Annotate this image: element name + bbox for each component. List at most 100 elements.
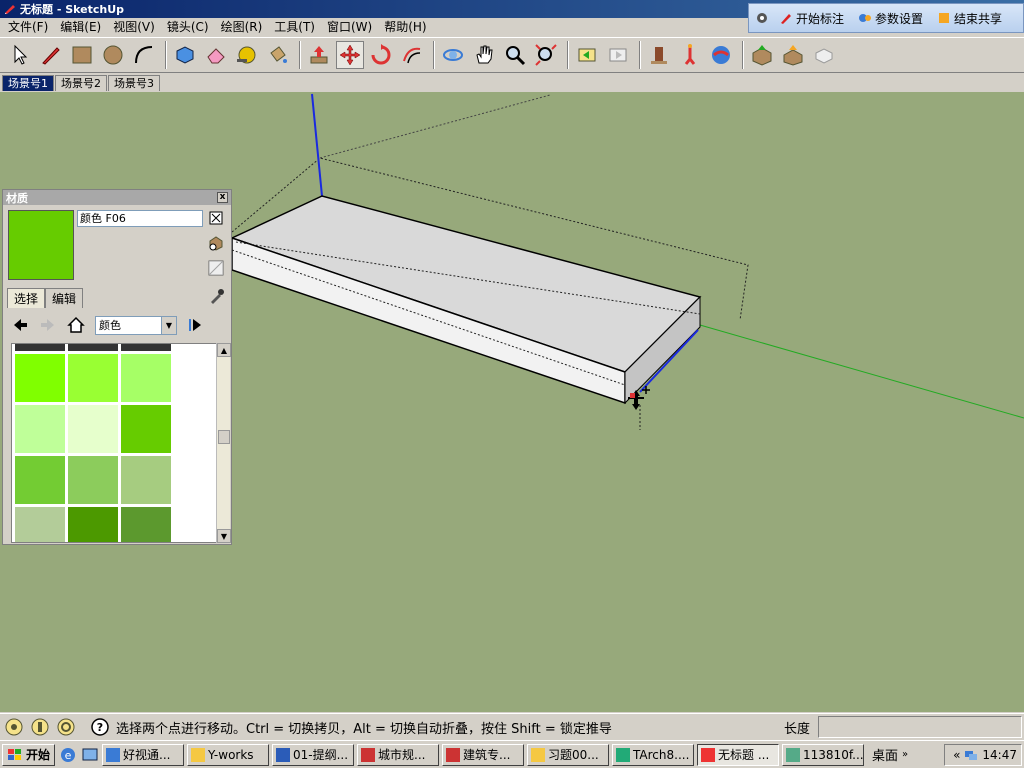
measurement-input[interactable] (818, 716, 1022, 738)
start-button[interactable]: 开始 (2, 743, 56, 766)
tray-expand-icon[interactable]: « (953, 748, 960, 762)
material-name-field[interactable]: 颜色 F06 (77, 210, 203, 227)
user-account-icon[interactable] (56, 717, 76, 737)
eyedropper-icon[interactable] (209, 288, 225, 304)
swatch-scrollbar[interactable]: ▲ ▼ (216, 343, 231, 543)
tape-measure-button[interactable] (233, 41, 261, 69)
extra-tool-button[interactable] (810, 41, 838, 69)
color-swatch[interactable] (121, 354, 171, 402)
look-around-button[interactable] (707, 41, 735, 69)
show-desktop-icon[interactable] (81, 746, 99, 764)
materials-close-button[interactable]: x (217, 192, 228, 203)
color-swatch[interactable] (121, 405, 171, 453)
materials-tab-select[interactable]: 选择 (7, 288, 46, 308)
swatch-top-partial[interactable] (15, 344, 65, 351)
orbit-tool-button[interactable] (439, 41, 467, 69)
make-component-button[interactable] (171, 41, 199, 69)
color-swatch[interactable] (15, 405, 65, 453)
rectangle-tool-button[interactable] (68, 41, 96, 69)
forward-arrow-icon[interactable] (39, 316, 57, 334)
menu-view[interactable]: 视图(V) (107, 18, 161, 37)
color-swatch[interactable] (15, 507, 65, 542)
color-swatch[interactable] (15, 456, 65, 504)
end-share-button[interactable]: 结束共享 (933, 10, 1006, 27)
network-icon[interactable] (964, 748, 978, 762)
toolbar-separator (433, 41, 435, 69)
rotate-tool-button[interactable] (367, 41, 395, 69)
menu-help[interactable]: 帮助(H) (378, 18, 432, 37)
display-secondary-icon[interactable] (208, 210, 224, 226)
position-camera-button[interactable] (645, 41, 673, 69)
default-material-icon[interactable] (208, 260, 224, 276)
move-tool-button[interactable] (336, 41, 364, 69)
pencil-tool-button[interactable] (37, 41, 65, 69)
material-library-select[interactable]: 颜色 ▼ (95, 315, 177, 335)
toolbar-separator (742, 41, 744, 69)
scene-tab-1[interactable]: 场景号1 (2, 75, 54, 91)
scroll-up-icon[interactable]: ▲ (217, 343, 231, 357)
swatch-top-partial[interactable] (121, 344, 171, 351)
param-settings-button[interactable]: 参数设置 (854, 10, 927, 27)
menu-file[interactable]: 文件(F) (2, 18, 54, 37)
taskbar-button[interactable]: Y-works (187, 743, 270, 766)
materials-tab-edit[interactable]: 编辑 (45, 288, 84, 308)
screen-share-panel: 开始标注 参数设置 结束共享 (748, 3, 1024, 33)
walk-tool-button[interactable] (676, 41, 704, 69)
ie-icon[interactable]: e (59, 746, 77, 764)
scroll-down-icon[interactable]: ▼ (217, 529, 231, 543)
color-swatch[interactable] (68, 456, 118, 504)
taskbar-button[interactable]: TArch8.... (612, 743, 695, 766)
desktop-toolbar-label[interactable]: 桌面 (872, 745, 898, 764)
color-swatch[interactable] (68, 405, 118, 453)
share-model-button[interactable] (779, 41, 807, 69)
chevron-right-icon[interactable]: » (902, 749, 908, 760)
color-swatch[interactable] (68, 354, 118, 402)
next-view-button[interactable] (604, 41, 632, 69)
color-swatch[interactable] (121, 507, 171, 542)
credits-icon[interactable] (30, 717, 50, 737)
offset-tool-button[interactable] (398, 41, 426, 69)
get-models-button[interactable] (748, 41, 776, 69)
material-preview-swatch[interactable] (8, 210, 74, 280)
details-arrow-icon[interactable] (187, 316, 205, 334)
arc-tool-button[interactable] (130, 41, 158, 69)
eraser-tool-button[interactable] (202, 41, 230, 69)
home-icon[interactable] (67, 316, 85, 334)
menu-draw[interactable]: 绘图(R) (215, 18, 269, 37)
menu-camera[interactable]: 镜头(C) (161, 18, 215, 37)
taskbar-button[interactable]: 无标题 ... (697, 743, 780, 766)
windows-flag-icon (8, 748, 21, 760)
paint-bucket-button[interactable] (264, 41, 292, 69)
pan-tool-button[interactable] (470, 41, 498, 69)
zoom-extents-button[interactable] (532, 41, 560, 69)
create-material-icon[interactable] (208, 235, 224, 251)
scene-tab-2[interactable]: 场景号2 (55, 75, 107, 91)
scene-tab-3[interactable]: 场景号3 (108, 75, 160, 91)
materials-header[interactable]: 材质 x (3, 190, 231, 205)
taskbar-button[interactable]: 城市规... (357, 743, 440, 766)
menu-tools[interactable]: 工具(T) (268, 18, 321, 37)
start-markup-button[interactable]: 开始标注 (775, 10, 848, 27)
color-swatch[interactable] (15, 354, 65, 402)
help-icon[interactable]: ? (90, 717, 110, 737)
swatch-top-partial[interactable] (68, 344, 118, 351)
geo-location-icon[interactable] (4, 717, 24, 737)
clock[interactable]: 14:47 (982, 748, 1017, 762)
look-around-icon (712, 46, 730, 64)
taskbar-button[interactable]: 习题00... (527, 743, 610, 766)
taskbar-button[interactable]: 好视通... (102, 743, 185, 766)
scroll-thumb[interactable] (218, 430, 230, 444)
taskbar-button[interactable]: 建筑专... (442, 743, 525, 766)
select-tool-button[interactable] (6, 41, 34, 69)
back-arrow-icon[interactable] (11, 316, 29, 334)
taskbar-button[interactable]: 113810f... (782, 743, 865, 766)
color-swatch[interactable] (121, 456, 171, 504)
push-pull-button[interactable] (305, 41, 333, 69)
color-swatch[interactable] (68, 507, 118, 542)
menu-window[interactable]: 窗口(W) (321, 18, 378, 37)
previous-view-button[interactable] (573, 41, 601, 69)
circle-tool-button[interactable] (99, 41, 127, 69)
menu-edit[interactable]: 编辑(E) (54, 18, 107, 37)
taskbar-button[interactable]: 01-提纲... (272, 743, 355, 766)
zoom-tool-button[interactable] (501, 41, 529, 69)
